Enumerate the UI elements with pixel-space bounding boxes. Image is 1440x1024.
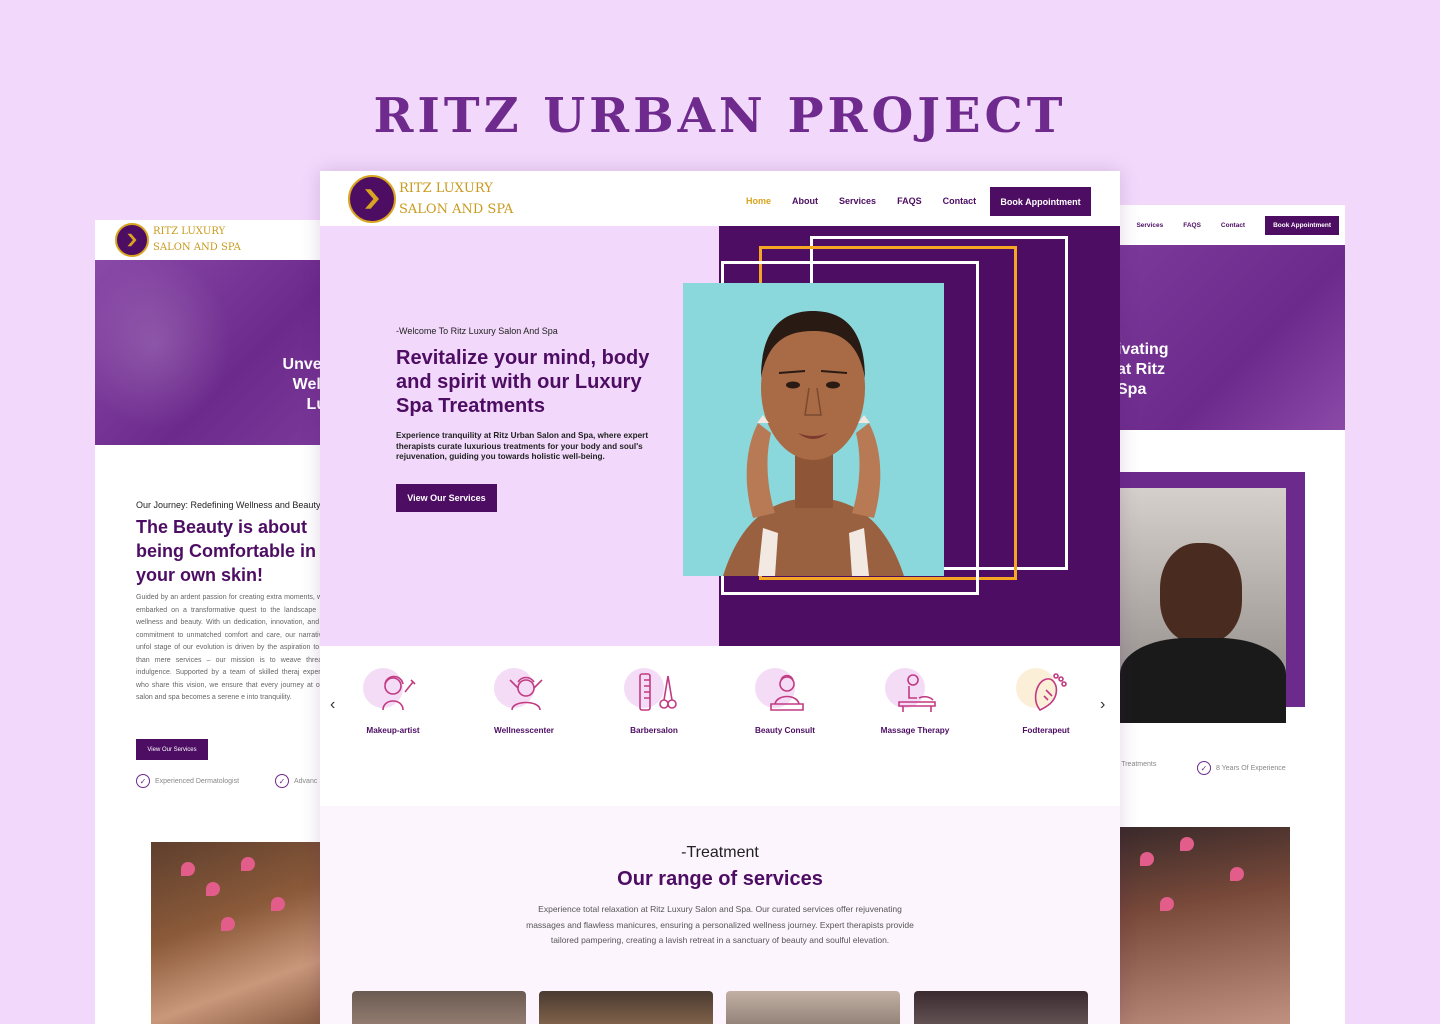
blossom-decoration: [241, 857, 255, 871]
check-icon: ✓: [136, 774, 150, 788]
makeup-icon: [382, 675, 416, 711]
treatment-card[interactable]: [352, 991, 526, 1024]
blossom-decoration: [1140, 852, 1154, 866]
client-head: [1160, 543, 1242, 643]
service-item-makeup[interactable]: Makeup-artist: [338, 668, 448, 735]
blossom-decoration: [181, 862, 195, 876]
nav-about[interactable]: About: [792, 196, 818, 206]
hero-model-photo: [683, 283, 944, 576]
nav-link[interactable]: FAQS: [1183, 222, 1201, 229]
logo-r-icon: [365, 189, 379, 209]
barber-cape: [1120, 638, 1286, 723]
about-heading: The Beauty is about being Comfortable in…: [136, 517, 316, 585]
feature-label: 8 Years Of Experience: [1216, 764, 1286, 772]
right-hero-title: ivating at Ritz Spa: [1117, 340, 1169, 400]
left-page-preview: RITZ LUXURY SALON AND SPA Unveili Welln …: [95, 220, 335, 1024]
treatment-section: -Treatment Our range of services Experie…: [320, 806, 1120, 1024]
blossom-decoration: [221, 917, 235, 931]
service-item-barber[interactable]: Barbersalon: [599, 668, 709, 735]
massage-icon: [898, 674, 936, 712]
main-navbar: RITZ LUXURY SALON AND SPA Home About Ser…: [320, 171, 1120, 227]
nav-link[interactable]: Contact: [1221, 222, 1245, 229]
nav-services[interactable]: Services: [839, 196, 876, 206]
services-carousel: ‹ › Makeup-artist Wellnesscenter Barbers…: [320, 646, 1120, 804]
blossom-decoration: [1160, 897, 1174, 911]
showcase-title: RITZ URBAN PROJECT: [373, 88, 1067, 144]
brand-line-2: SALON AND SPA: [153, 242, 241, 253]
brand-logo[interactable]: [348, 175, 396, 223]
manicure-image: [1120, 827, 1290, 1024]
beauty-consult-icon: [770, 674, 804, 711]
foot-therapy-icon: [1034, 673, 1067, 712]
service-label: Fodterapeut: [1022, 726, 1070, 735]
right-navbar: out Services FAQS Contact Book Appointme…: [1105, 205, 1345, 245]
service-label: Makeup-artist: [366, 726, 420, 735]
left-navbar: RITZ LUXURY SALON AND SPA: [95, 220, 335, 260]
brand-line-2: SALON AND SPA: [399, 202, 514, 217]
service-item-wellness[interactable]: Wellnesscenter: [469, 668, 579, 735]
journey-kicker: Our Journey: Redefining Wellness and Bea…: [136, 500, 321, 510]
feature-label: Advanc: [294, 777, 318, 785]
right-hero-line: Spa: [1117, 381, 1147, 398]
service-label: Beauty Consult: [754, 726, 816, 735]
about-paragraph: Guided by an ardent passion for creating…: [136, 594, 326, 701]
logo-r-icon: [127, 233, 137, 247]
right-hero-banner: ivating at Ritz Spa: [1105, 245, 1345, 430]
service-item-massage[interactable]: Massage Therapy: [860, 668, 970, 735]
left-view-services-button[interactable]: View Our Services: [136, 739, 208, 760]
nav-links: Home About Services FAQS Contact: [746, 171, 976, 231]
right-hero-line: ivating: [1117, 341, 1169, 358]
carousel-prev-icon[interactable]: ‹: [330, 696, 335, 714]
wellness-icon: [509, 676, 543, 711]
feature-check: ✓ Advanc: [275, 774, 317, 788]
brand-name: RITZ LUXURY SALON AND SPA: [153, 224, 241, 256]
nav-link[interactable]: Services: [1136, 222, 1163, 229]
feature-check: ✓ Experienced Dermatologist: [136, 774, 239, 788]
left-hero-banner: Unveili Welln Lux: [95, 260, 335, 445]
feature-check: ✓ 8 Years Of Experience: [1197, 761, 1286, 775]
treatment-kicker: -Treatment: [681, 844, 759, 861]
nav-faqs[interactable]: FAQS: [897, 196, 922, 206]
brand-logo[interactable]: [115, 223, 149, 257]
check-icon: ✓: [1197, 761, 1211, 775]
model-illustration: [683, 283, 944, 576]
view-services-button[interactable]: View Our Services: [396, 484, 497, 512]
service-item-beauty-consult[interactable]: Beauty Consult: [730, 668, 840, 735]
hero-description: Experience tranquility at Ritz Urban Sal…: [396, 431, 649, 461]
barber-client-photo: [1120, 488, 1286, 723]
barber-icon: [639, 673, 677, 711]
service-item-foot-therapy[interactable]: Fodterapeut: [991, 668, 1101, 735]
nav-home[interactable]: Home: [746, 196, 771, 206]
brand-name: RITZ LUXURY SALON AND SPA: [399, 178, 513, 220]
treatment-card[interactable]: [914, 991, 1088, 1024]
brand-line-1: RITZ LUXURY: [153, 226, 226, 237]
service-label: Barbersalon: [630, 726, 678, 735]
brand-line-1: RITZ LUXURY: [399, 181, 493, 196]
treatment-card[interactable]: [539, 991, 713, 1024]
blossom-decoration: [1230, 867, 1244, 881]
feature-label: Experienced Dermatologist: [155, 777, 240, 785]
blossom-decoration: [271, 897, 285, 911]
hero-welcome: -Welcome To Ritz Luxury Salon And Spa: [396, 326, 558, 336]
blossom-decoration: [206, 882, 220, 896]
right-page-preview: out Services FAQS Contact Book Appointme…: [1105, 205, 1345, 1024]
nav-contact[interactable]: Contact: [943, 196, 977, 206]
hero-title: Revitalize your mind, body and spirit wi…: [396, 347, 650, 417]
treatment-title: Our range of services: [617, 868, 823, 890]
right-hero-line: at Ritz: [1117, 361, 1165, 378]
treatment-description: Experience total relaxation at Ritz Luxu…: [526, 904, 914, 945]
right-book-button[interactable]: Book Appointment: [1265, 215, 1339, 235]
service-label: Wellnesscenter: [494, 726, 554, 735]
main-page-preview: RITZ LUXURY SALON AND SPA Home About Ser…: [320, 171, 1120, 1024]
blossom-decoration: [1180, 837, 1194, 851]
check-icon: ✓: [275, 774, 289, 788]
blossom-hand-image: [151, 842, 335, 1024]
treatment-card[interactable]: [726, 991, 900, 1024]
book-appointment-button[interactable]: Book Appointment: [990, 187, 1091, 216]
service-label: Massage Therapy: [880, 726, 950, 735]
